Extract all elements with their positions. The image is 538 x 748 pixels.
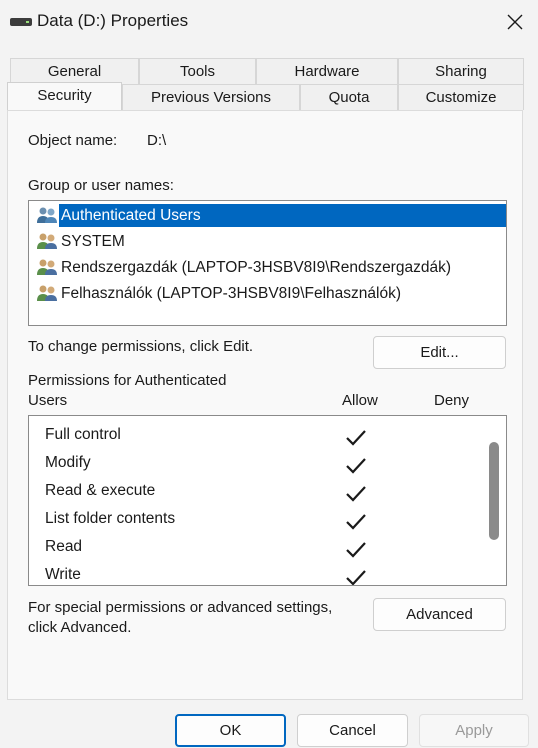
ok-button[interactable]: OK xyxy=(175,714,286,747)
apply-button[interactable]: Apply xyxy=(419,714,529,747)
advanced-button[interactable]: Advanced xyxy=(373,598,506,631)
tab-customize[interactable]: Customize xyxy=(398,84,524,110)
group-user-list[interactable]: Authenticated Users SYSTEM Rendszergazdá… xyxy=(28,200,507,326)
tab-quota[interactable]: Quota xyxy=(300,84,398,110)
deny-column-header: Deny xyxy=(434,392,470,409)
edit-button[interactable]: Edit... xyxy=(373,336,506,369)
advanced-hint-line2: click Advanced. xyxy=(28,619,132,636)
permission-name: Read xyxy=(45,538,83,555)
title-bar: Data (D:) Properties xyxy=(0,0,538,44)
close-icon xyxy=(507,14,523,30)
tab-hardware[interactable]: Hardware xyxy=(256,58,398,84)
allow-check-icon xyxy=(346,542,366,558)
group-names-label: Group or user names: xyxy=(28,177,174,194)
user-name: Authenticated Users xyxy=(59,204,506,227)
tab-general[interactable]: General xyxy=(10,58,139,84)
user-name: SYSTEM xyxy=(61,233,125,250)
user-item-system[interactable]: SYSTEM xyxy=(32,229,506,254)
permission-name: List folder contents xyxy=(45,510,176,527)
permission-row-read-execute: Read & execute xyxy=(29,478,489,506)
permission-row-write: Write xyxy=(29,562,489,585)
allow-check-icon xyxy=(346,486,366,502)
window-title: Data (D:) Properties xyxy=(37,11,189,30)
user-name: Felhasználók (LAPTOP-3HSBV8I9\Felhasznál… xyxy=(61,285,402,302)
permission-row-modify: Modify xyxy=(29,450,489,478)
tab-tools[interactable]: Tools xyxy=(139,58,256,84)
object-name-label: Object name: xyxy=(28,132,118,149)
allow-column-header: Allow xyxy=(342,392,378,409)
user-name: Rendszergazdák (LAPTOP-3HSBV8I9\Rendszer… xyxy=(61,259,451,276)
user-item-authenticated-users[interactable]: Authenticated Users xyxy=(32,203,506,228)
allow-check-icon xyxy=(346,458,366,474)
drive-icon xyxy=(10,18,32,26)
permissions-label-user: Users xyxy=(28,392,68,409)
permission-row-read: Read xyxy=(29,534,489,562)
permission-row-full-control: Full control xyxy=(29,422,489,450)
edit-hint: To change permissions, click Edit. xyxy=(28,338,254,355)
permission-row-list-folder-contents: List folder contents xyxy=(29,506,489,534)
users-group-icon xyxy=(37,233,57,249)
allow-check-icon xyxy=(346,514,366,530)
cancel-button[interactable]: Cancel xyxy=(297,714,408,747)
tab-sharing[interactable]: Sharing xyxy=(398,58,524,84)
permission-name: Modify xyxy=(45,454,91,471)
permission-name: Write xyxy=(45,566,81,583)
permissions-label: Permissions for Authenticated xyxy=(28,372,227,389)
scrollbar-thumb[interactable] xyxy=(489,442,499,540)
users-group-icon xyxy=(37,285,57,301)
users-group-icon xyxy=(37,259,57,275)
allow-check-icon xyxy=(346,430,366,446)
object-name-value: D:\ xyxy=(147,132,167,149)
permission-name: Read & execute xyxy=(45,482,156,499)
user-item-users[interactable]: Felhasználók (LAPTOP-3HSBV8I9\Felhasznál… xyxy=(32,281,506,306)
permission-name: Full control xyxy=(45,426,121,443)
tab-security[interactable]: Security xyxy=(7,82,122,110)
tab-previous-versions[interactable]: Previous Versions xyxy=(122,84,300,110)
close-button[interactable] xyxy=(492,0,538,44)
advanced-hint: For special permissions or advanced sett… xyxy=(28,599,333,616)
users-group-icon xyxy=(37,207,57,223)
allow-check-icon xyxy=(346,570,366,585)
permissions-list[interactable]: Full control Modify Read & execute List … xyxy=(28,415,507,586)
user-item-administrators[interactable]: Rendszergazdák (LAPTOP-3HSBV8I9\Rendszer… xyxy=(32,255,506,280)
